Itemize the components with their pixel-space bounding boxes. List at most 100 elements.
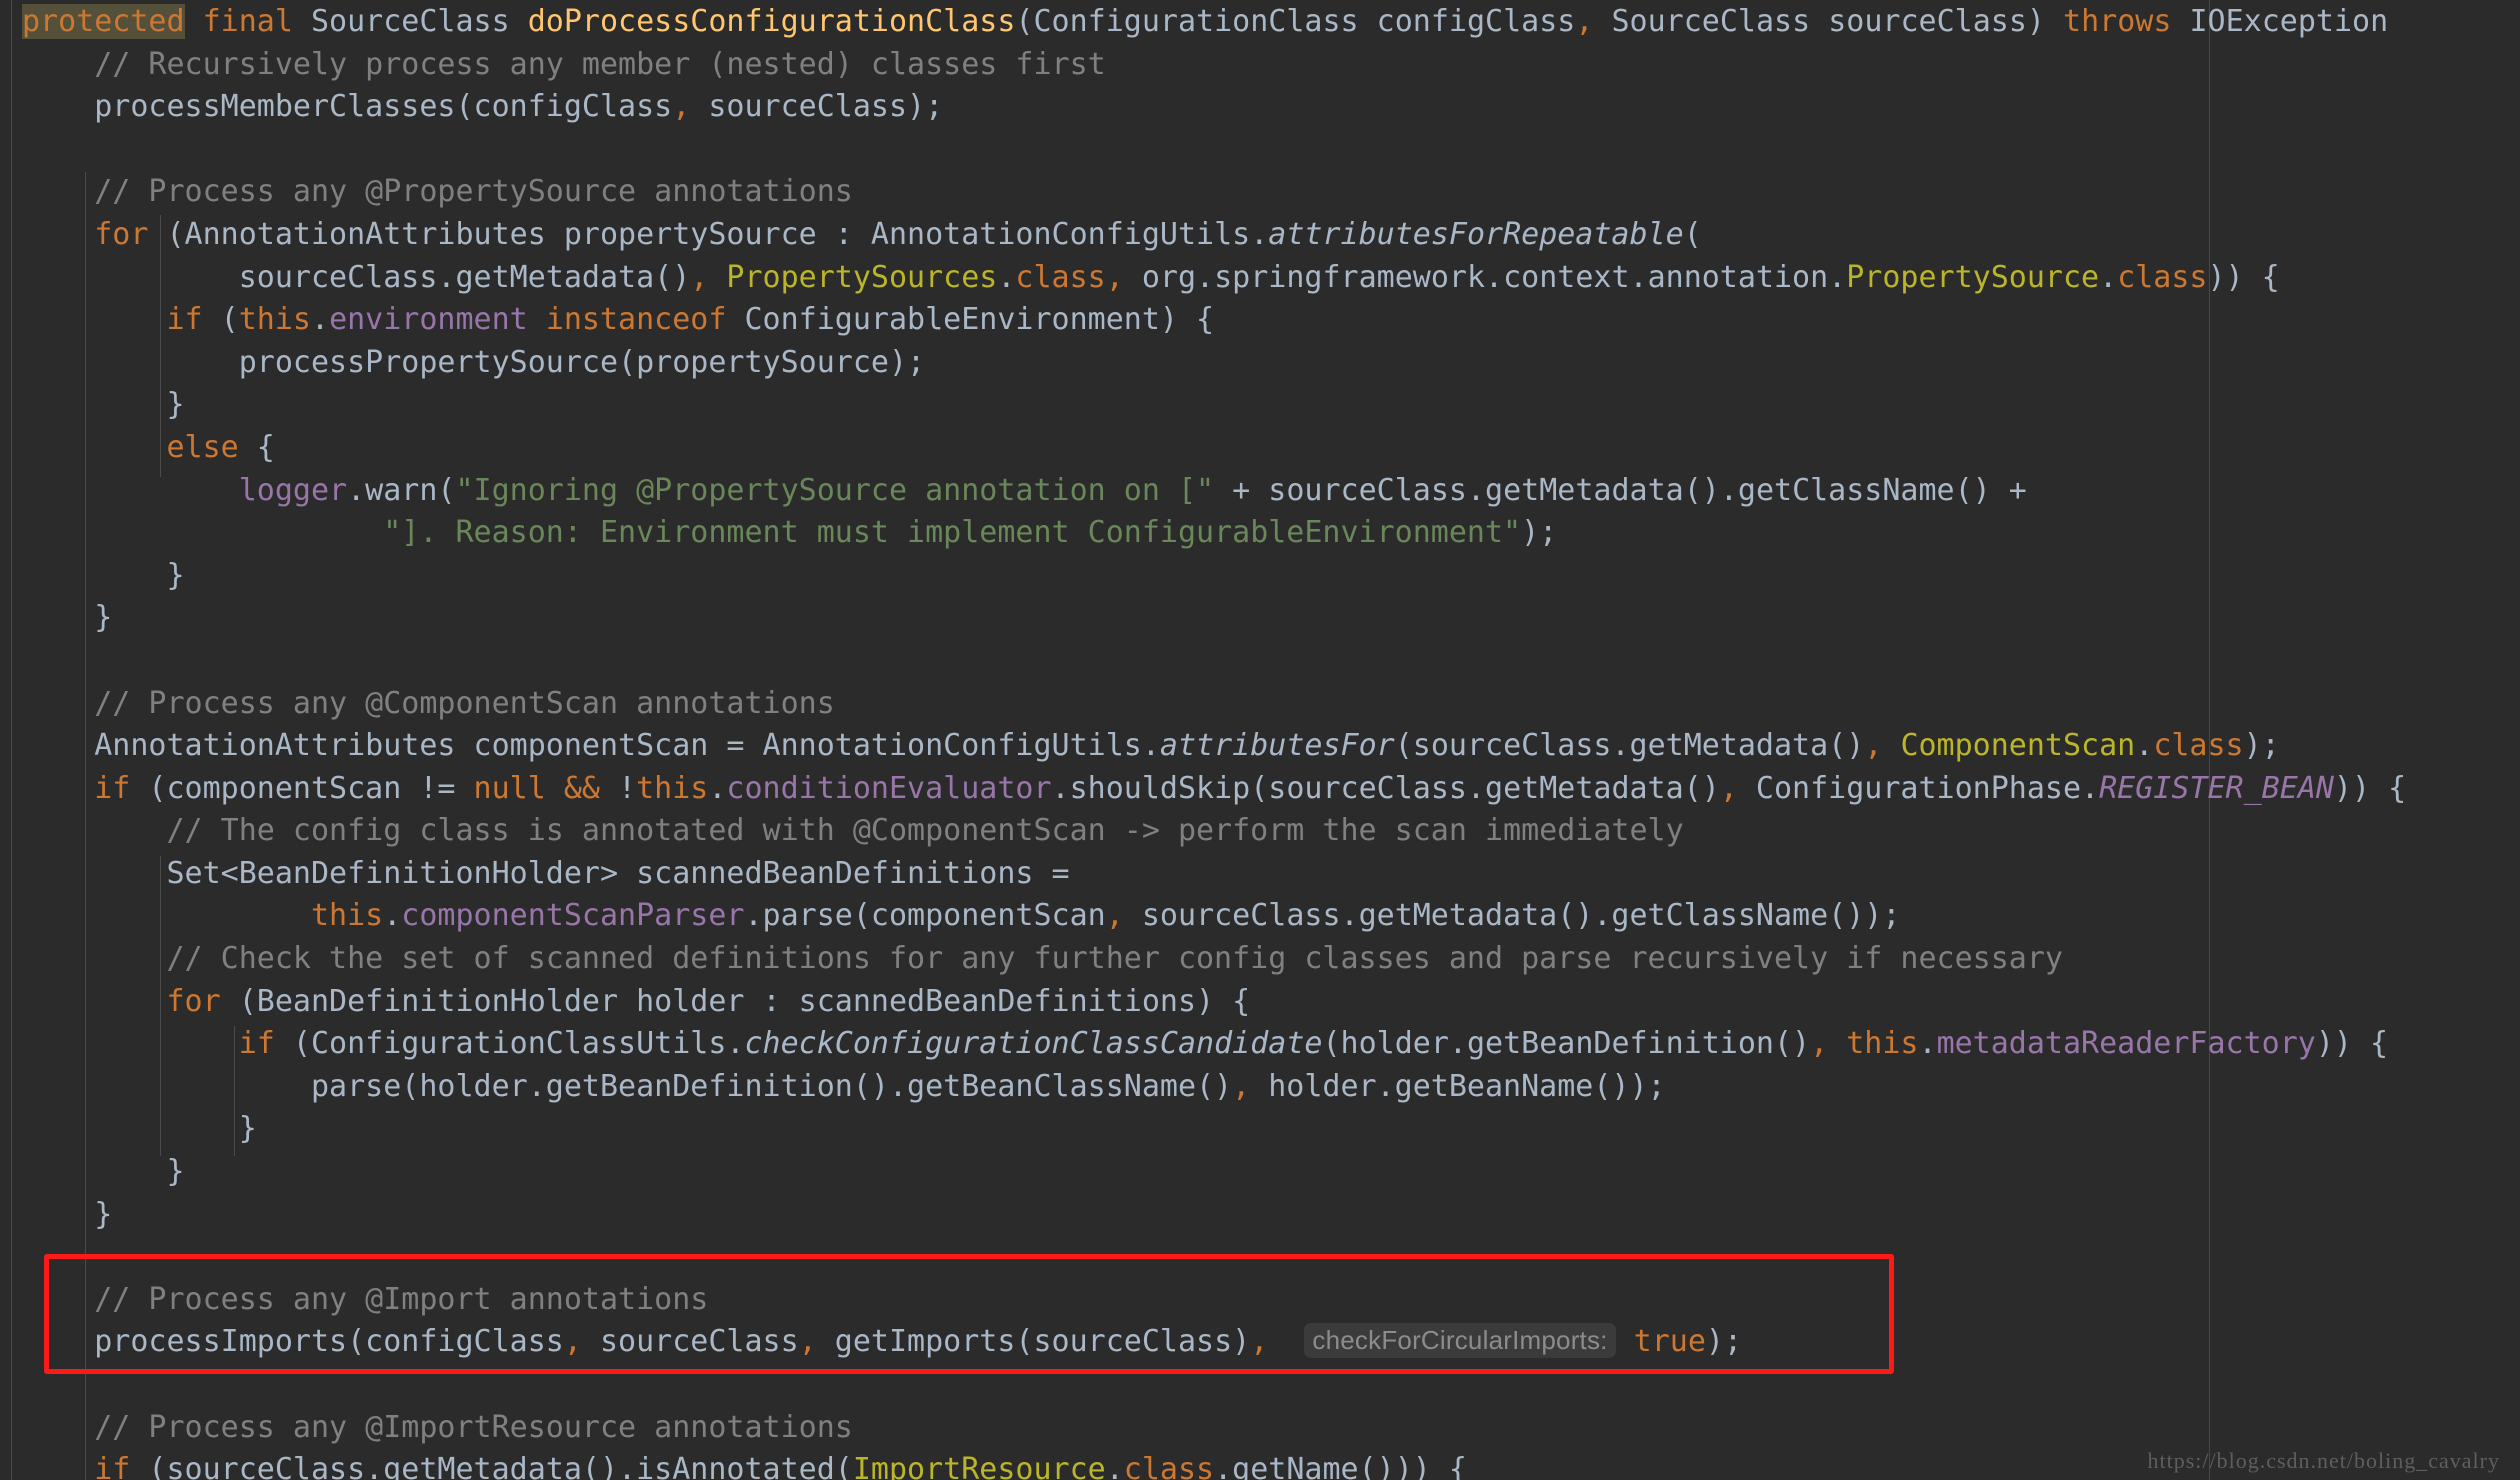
code-line[interactable]: } [0,1151,2520,1194]
code-line[interactable]: processMemberClasses(configClass, source… [0,86,2520,129]
code-line[interactable]: // Recursively process any member (neste… [0,44,2520,87]
code-line[interactable]: // Check the set of scanned definitions … [0,938,2520,981]
code-token: , [1232,1068,1251,1104]
code-line[interactable]: this.componentScanParser.parse(component… [0,895,2520,938]
code-line[interactable]: else { [0,427,2520,470]
code-line[interactable]: parse(holder.getBeanDefinition().getBean… [0,1066,2520,1109]
code-line[interactable]: processPropertySource(propertySource); [0,342,2520,385]
code-line[interactable] [0,1364,2520,1407]
code-line[interactable]: if (this.environment instanceof Configur… [0,299,2520,342]
code-token: // Check the set of scanned definitions … [22,941,2063,977]
code-line[interactable]: } [0,597,2520,640]
code-line[interactable]: // Process any @Import annotations [0,1279,2520,1322]
code-line[interactable]: // The config class is annotated with @C… [0,810,2520,853]
code-line[interactable]: processImports(configClass, sourceClass,… [0,1321,2520,1364]
code-token: ( [202,302,239,338]
code-token: (componentScan != [130,770,474,806]
code-line[interactable]: if (componentScan != null && !this.condi… [0,768,2520,811]
code-line[interactable] [0,1236,2520,1279]
code-token: Set<BeanDefinitionHolder> scannedBeanDef… [22,855,1070,891]
code-token: , [690,259,709,295]
code-token: this [1846,1026,1919,1062]
code-line[interactable] [0,129,2520,172]
code-token: environment [329,302,528,338]
code-token: (holder.getBeanDefinition() [1322,1026,1811,1062]
code-token: , [798,1324,817,1360]
code-token: parse(holder.getBeanDefinition().getBean… [22,1068,1233,1104]
code-token: checkConfigurationClassCandidate [744,1026,1323,1062]
code-token: ( [1683,216,1702,252]
code-token: else [166,429,239,465]
code-token: PropertySource [1846,259,2100,295]
code-token: org.springframework.context.annotation. [1123,259,1847,295]
code-token: SourceClass sourceClass) [1593,4,2064,39]
code-token: class [1123,1452,1215,1480]
code-line[interactable]: if (sourceClass.getMetadata().isAnnotate… [0,1449,2520,1480]
code-token: } [22,600,113,636]
code-token: // Process any @PropertySource annotatio… [22,174,853,210]
code-content[interactable]: protected final SourceClass doProcessCon… [0,0,2520,1480]
code-editor[interactable]: protected final SourceClass doProcessCon… [0,0,2520,1480]
code-token: sourceClass.getMetadata() [22,259,691,295]
code-token: null [473,770,546,806]
code-line[interactable] [0,640,2520,683]
code-token: throws [2063,4,2172,39]
code-token: , [1250,1324,1269,1360]
code-token: } [22,1196,113,1232]
code-line[interactable]: for (AnnotationAttributes propertySource… [0,214,2520,257]
code-line[interactable]: // Process any @PropertySource annotatio… [0,171,2520,214]
code-line[interactable]: // Process any @ComponentScan annotation… [0,683,2520,726]
code-token: } [22,1111,257,1147]
code-line[interactable]: sourceClass.getMetadata(), PropertySourc… [0,257,2520,300]
code-token: // Process any @ImportResource annotatio… [22,1409,853,1445]
code-token: , [1719,770,1738,806]
code-token: ConfigurationPhase. [1737,770,2100,806]
code-line[interactable]: for (BeanDefinitionHolder holder : scann… [0,981,2520,1024]
code-line[interactable]: protected final SourceClass doProcessCon… [0,1,2520,44]
code-token: if [94,770,131,806]
code-line[interactable]: logger.warn("Ignoring @PropertySource an… [0,470,2520,513]
code-token: )) { [2333,770,2407,806]
watermark: https://blog.csdn.net/boling_cavalry [2147,1448,2500,1473]
code-token: // Recursively process any member (neste… [22,46,1106,82]
code-line[interactable]: Set<BeanDefinitionHolder> scannedBeanDef… [0,853,2520,896]
code-line[interactable]: } [0,1108,2520,1151]
code-line[interactable]: } [0,1194,2520,1237]
code-token: class [2153,728,2244,764]
code-token: class [1015,259,1106,295]
code-token: protected [22,4,185,39]
code-line[interactable]: if (ConfigurationClassUtils.checkConfigu… [0,1023,2520,1066]
code-token: (sourceClass.getMetadata() [1394,728,1865,764]
code-line[interactable]: "]. Reason: Environment must implement C… [0,512,2520,555]
code-token: . [1918,1026,1937,1062]
code-token: , [1864,728,1883,764]
code-line[interactable]: } [0,555,2520,598]
code-token: ComponentScan [1900,728,2136,764]
code-token: , [563,1324,582,1360]
code-token: this [310,898,384,934]
code-line[interactable]: } [0,384,2520,427]
code-line[interactable]: // Process any @ImportResource annotatio… [0,1407,2520,1450]
code-token: )) { [2207,259,2280,295]
code-token: .parse(componentScan [744,898,1106,934]
code-line[interactable]: AnnotationAttributes componentScan = Ann… [0,725,2520,768]
code-token: ImportResource [852,1452,1106,1480]
code-token: (sourceClass.getMetadata().isAnnotated( [130,1452,853,1480]
code-token: && [563,770,600,806]
code-token: . [2135,728,2154,764]
code-token: if [166,302,203,338]
code-token: SourceClass [311,4,510,39]
code-token: ConfigurableEnvironment) { [726,302,1215,338]
